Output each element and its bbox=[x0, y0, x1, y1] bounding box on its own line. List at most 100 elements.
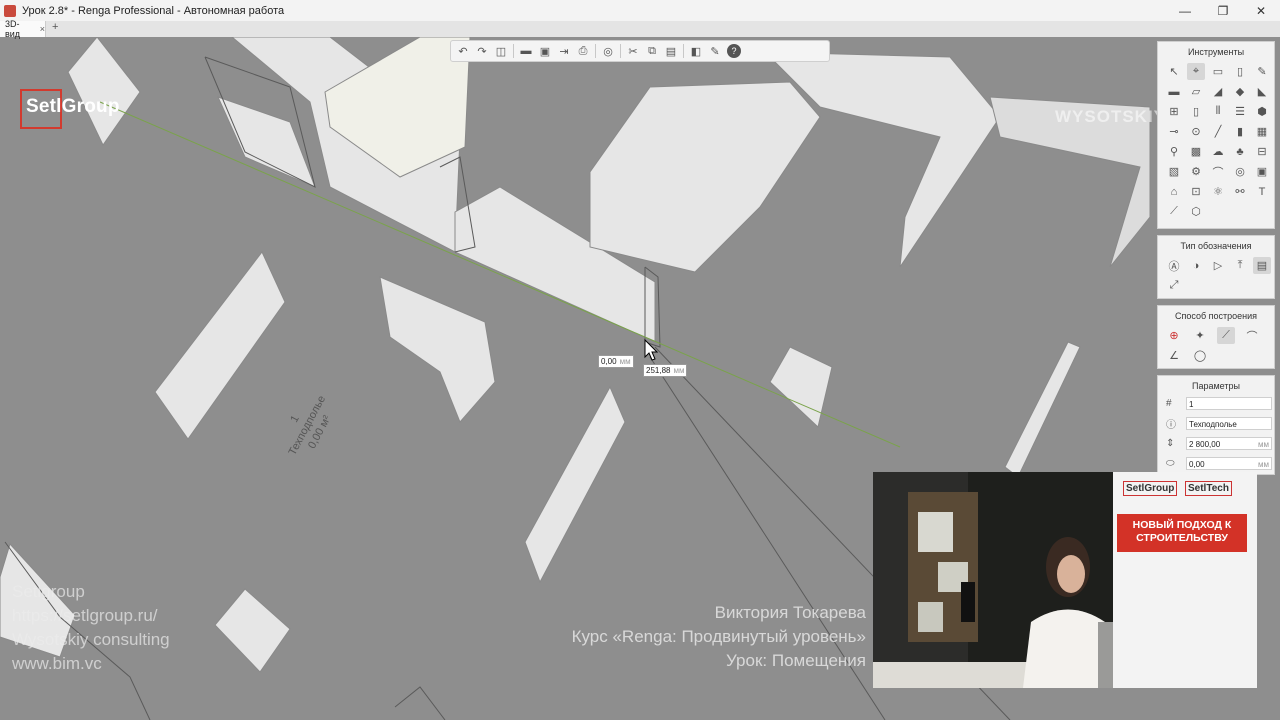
view-cube-icon[interactable]: ◫ bbox=[494, 44, 508, 58]
redo-icon[interactable]: ↷ bbox=[475, 44, 489, 58]
outline-edge bbox=[394, 686, 446, 720]
dimension-input[interactable]: 0,00 мм bbox=[598, 355, 634, 368]
watermark-line: https://setlgroup.ru/ bbox=[12, 606, 158, 625]
material-tool-icon[interactable]: ⬡ bbox=[1187, 203, 1205, 220]
banner-logo-setltech: SetlTech bbox=[1185, 481, 1232, 496]
construction-method-panel: Способ построения ⊕ ✦ ⟋ ⌒ ∠ ◯ bbox=[1157, 305, 1275, 369]
cloud-tool-icon[interactable]: ☁ bbox=[1209, 143, 1227, 160]
wall-block bbox=[154, 251, 286, 440]
wall-block bbox=[379, 276, 496, 423]
hanger-tool-icon[interactable]: ⌒ bbox=[1209, 163, 1227, 180]
room-tag-icon[interactable]: ▤ bbox=[1253, 257, 1271, 274]
stair-tool-icon[interactable]: ☰ bbox=[1231, 103, 1249, 120]
slab-tool-icon[interactable]: ▱ bbox=[1187, 83, 1205, 100]
dimension-icon[interactable]: ⤢ bbox=[1165, 277, 1183, 294]
auto-room-icon[interactable]: ⊕ bbox=[1165, 327, 1183, 344]
height-field[interactable]: 2 800,00 мм bbox=[1186, 436, 1272, 450]
watermark-line: Wysotskiy consulting bbox=[12, 630, 170, 649]
fitting-tool-icon[interactable]: ⊙ bbox=[1187, 123, 1205, 140]
offset-field[interactable]: 0,00 мм bbox=[1186, 456, 1272, 470]
add-tab-button[interactable]: + bbox=[52, 21, 58, 33]
railing-tool-icon[interactable]: ⫴ bbox=[1209, 103, 1227, 120]
course-name: Курс «Renga: Продвинутый уровень» bbox=[571, 627, 866, 646]
quick-toolbar: ↶ ↷ ◫ ▬ ▣ ⇥ ⎙ ◎ ✂ ⧉ ▤ ◧ ✎ ? bbox=[450, 40, 830, 62]
paste-icon[interactable]: ▤ bbox=[664, 44, 678, 58]
panel-title: Тип обозначения bbox=[1180, 241, 1252, 251]
rebar-tool-icon[interactable]: ⚙ bbox=[1187, 163, 1205, 180]
equipment-tool-icon[interactable]: ⬢ bbox=[1253, 103, 1271, 120]
tab-3d-view[interactable]: 3D-вид × bbox=[0, 19, 46, 39]
toolbar-separator bbox=[595, 44, 596, 58]
valve-tool-icon[interactable]: ⚲ bbox=[1165, 143, 1183, 160]
name-icon: ⓘ bbox=[1166, 419, 1176, 431]
window-tool-icon[interactable]: ⊞ bbox=[1165, 103, 1183, 120]
line-method-icon[interactable]: ⟋ bbox=[1217, 327, 1235, 344]
wall-tool-icon[interactable]: ▭ bbox=[1209, 63, 1227, 80]
panel-tool-icon[interactable]: ▩ bbox=[1187, 143, 1205, 160]
assembly-tool-icon[interactable]: ▣ bbox=[1253, 163, 1271, 180]
dimension-input[interactable]: 251,88 мм bbox=[643, 364, 688, 377]
maximize-button[interactable]: ❐ bbox=[1204, 0, 1242, 21]
method-grid: ⊕ ✦ ⟋ ⌒ ∠ ◯ bbox=[1158, 323, 1274, 368]
layers-icon[interactable]: ◧ bbox=[689, 44, 703, 58]
close-button[interactable]: ✕ bbox=[1242, 0, 1280, 21]
link-tool-icon[interactable]: ⚯ bbox=[1231, 183, 1249, 200]
room-number-field[interactable]: 1 bbox=[1186, 396, 1272, 410]
export-icon[interactable]: ⇥ bbox=[557, 44, 571, 58]
text-tool-icon[interactable]: T bbox=[1253, 183, 1271, 200]
tab-close-icon[interactable]: × bbox=[40, 24, 45, 34]
element-tool-icon[interactable]: ▮ bbox=[1231, 123, 1249, 140]
watermark-line: www.bim.vc bbox=[12, 654, 102, 673]
orbit-icon[interactable]: ◎ bbox=[601, 44, 615, 58]
grid-tool-icon[interactable]: ⊟ bbox=[1253, 143, 1271, 160]
axis-tool-icon[interactable]: ⟋ bbox=[1165, 203, 1183, 220]
select-icon[interactable]: ↖ bbox=[1165, 63, 1183, 80]
roof-tool-icon[interactable]: ◢ bbox=[1209, 83, 1227, 100]
ramp-tool-icon[interactable]: ◣ bbox=[1253, 83, 1271, 100]
save-icon[interactable]: ▣ bbox=[538, 44, 552, 58]
copy-icon[interactable]: ⧉ bbox=[645, 44, 659, 58]
point-method-icon[interactable]: ✦ bbox=[1191, 327, 1209, 344]
arc-method-icon[interactable]: ⌒ bbox=[1243, 327, 1261, 344]
logo-text: SetlGroup bbox=[26, 96, 120, 117]
print-icon[interactable]: ⎙ bbox=[576, 44, 590, 58]
banner-logo-setlgroup: SetlGroup bbox=[1123, 481, 1178, 496]
pencil-tool-icon[interactable]: ✎ bbox=[1253, 63, 1271, 80]
line-tool-icon[interactable]: ╱ bbox=[1209, 123, 1227, 140]
room-name-field[interactable]: Техподполье bbox=[1186, 416, 1272, 430]
callout-icon[interactable]: ▷ bbox=[1209, 257, 1227, 274]
duct-tool-icon[interactable]: ▦ bbox=[1253, 123, 1271, 140]
settings-wrench-icon[interactable]: ✎ bbox=[708, 44, 722, 58]
beam-tool-icon[interactable]: ▬ bbox=[1165, 83, 1183, 100]
column-tool-icon[interactable]: ▯ bbox=[1231, 63, 1249, 80]
angle-method-icon[interactable]: ∠ bbox=[1165, 347, 1183, 364]
leader-icon[interactable]: ⤒ bbox=[1231, 257, 1249, 274]
fixture-tool-icon[interactable]: ◎ bbox=[1231, 163, 1249, 180]
level-mark-icon[interactable]: Ⓐ bbox=[1165, 257, 1183, 274]
group-tool-icon[interactable]: ⚛ bbox=[1209, 183, 1227, 200]
help-icon[interactable]: ? bbox=[727, 44, 741, 58]
field-unit: мм bbox=[1258, 439, 1269, 449]
dimension-value: 0,00 bbox=[601, 357, 617, 366]
room-tool-icon[interactable]: ⌖ bbox=[1187, 63, 1205, 80]
wall-block bbox=[1004, 341, 1081, 478]
hatch-tool-icon[interactable]: ▧ bbox=[1165, 163, 1183, 180]
designation-grid: Ⓐ ◑ ▷ ⤒ ▤ ⤢ bbox=[1158, 253, 1274, 298]
opening-tool-icon[interactable]: ◆ bbox=[1231, 83, 1249, 100]
offset-icon: ⬭ bbox=[1166, 457, 1175, 469]
open-folder-icon[interactable]: ▬ bbox=[519, 44, 533, 58]
cut-icon[interactable]: ✂ bbox=[626, 44, 640, 58]
minimize-button[interactable]: — bbox=[1166, 0, 1204, 21]
pipe-tool-icon[interactable]: ⊸ bbox=[1165, 123, 1183, 140]
field-unit bbox=[1269, 418, 1271, 429]
section-mark-icon[interactable]: ◑ bbox=[1187, 257, 1205, 274]
house-tool-icon[interactable]: ⌂ bbox=[1165, 183, 1183, 200]
undo-icon[interactable]: ↶ bbox=[456, 44, 470, 58]
tree-tool-icon[interactable]: ♣ bbox=[1231, 143, 1249, 160]
presenter-face bbox=[1057, 555, 1085, 593]
circle-method-icon[interactable]: ◯ bbox=[1191, 347, 1209, 364]
platform-tool-icon[interactable]: ⊡ bbox=[1187, 183, 1205, 200]
number-icon: # bbox=[1166, 397, 1172, 409]
door-tool-icon[interactable]: ▯ bbox=[1187, 103, 1205, 120]
room-label: 1 Техподполье 0,00 м² bbox=[287, 394, 334, 458]
